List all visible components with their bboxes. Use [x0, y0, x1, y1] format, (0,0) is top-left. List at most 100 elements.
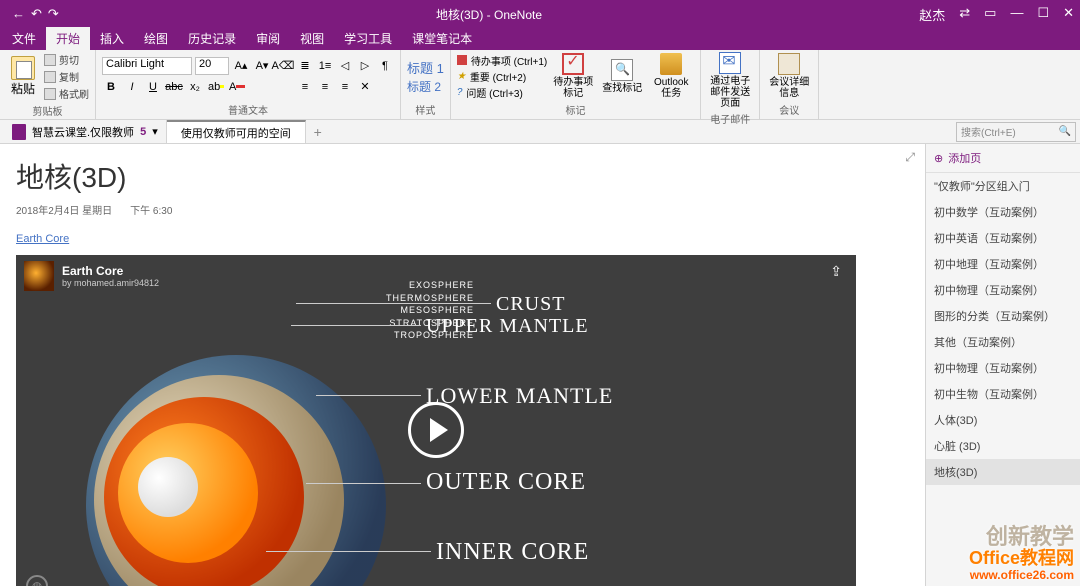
page-list-item[interactable]: 图形的分类（互动案例） [926, 303, 1080, 329]
search-placeholder: 搜索(Ctrl+E) [961, 124, 1016, 139]
numbering-button[interactable]: 1≡ [316, 57, 334, 75]
search-icon: 🔍 [1059, 126, 1071, 137]
subscript-button[interactable]: x₂ [186, 78, 204, 96]
shrink-font-button[interactable]: A▾ [253, 57, 271, 75]
leader-line [316, 395, 421, 396]
close-icon[interactable]: ✕ [1063, 5, 1074, 24]
page-list-item[interactable]: 初中物理（互动案例） [926, 277, 1080, 303]
tab-draw[interactable]: 绘图 [134, 27, 178, 50]
tag-question[interactable]: ?问题 (Ctrl+3) [457, 85, 547, 100]
page-list-item[interactable]: 心脏 (3D) [926, 433, 1080, 459]
tab-classnotebook[interactable]: 课堂笔记本 [402, 27, 482, 50]
tab-history[interactable]: 历史记录 [178, 27, 246, 50]
paste-button[interactable]: 粘贴 [6, 56, 40, 97]
outlook-icon [660, 53, 682, 75]
tab-learning[interactable]: 学习工具 [334, 27, 402, 50]
italic-button[interactable]: I [123, 78, 141, 96]
page-list-panel: ⊕添加页 "仅教师"分区组入门初中数学（互动案例）初中英语（互动案例）初中地理（… [925, 144, 1080, 586]
expand-icon[interactable]: ⤢ [905, 150, 915, 165]
page-list-item[interactable]: 地核(3D) [926, 459, 1080, 485]
align-center-button[interactable]: ≡ [316, 78, 334, 96]
calendar-icon [778, 53, 800, 75]
copy-button[interactable]: 复制 [44, 69, 89, 84]
search-input[interactable]: 搜索(Ctrl+E) 🔍 [956, 122, 1076, 142]
maximize-icon[interactable]: ☐ [1037, 5, 1049, 24]
font-color-button[interactable]: A [228, 78, 246, 96]
align-right-button[interactable]: ≡ [336, 78, 354, 96]
paste-icon [11, 56, 35, 80]
back-icon[interactable]: ← [12, 6, 25, 22]
font-name-select[interactable]: Calibri Light [102, 57, 192, 75]
format-painter-button[interactable]: 格式刷 [44, 86, 89, 101]
tab-view[interactable]: 视图 [290, 27, 334, 50]
quick-access-toolbar: ← ↶ ↷ [12, 6, 59, 22]
style-heading1[interactable]: 标题 1 [407, 58, 444, 77]
user-name[interactable]: 赵杰 [919, 5, 945, 24]
undo-icon[interactable]: ↶ [31, 6, 42, 22]
notebook-count: 5 [140, 126, 146, 138]
window-controls: 赵杰 ⇄ ▭ — ☐ ✕ [919, 5, 1074, 24]
email-page-button[interactable]: 通过电子邮件发送页面 [707, 52, 753, 109]
strike-button[interactable]: abc [165, 78, 183, 96]
page-list-item[interactable]: "仅教师"分区组入门 [926, 173, 1080, 199]
tab-review[interactable]: 审阅 [246, 27, 290, 50]
grow-font-button[interactable]: A▴ [232, 57, 250, 75]
find-tags-button[interactable]: 查找标记 [599, 53, 645, 100]
page-list-item[interactable]: 初中生物（互动案例） [926, 381, 1080, 407]
play-button[interactable] [408, 402, 464, 458]
page-canvas[interactable]: ⤢ 地核(3D) 2018年2月4日 星期日 下午 6:30 Earth Cor… [0, 144, 925, 586]
page-list-item[interactable]: 其他（互动案例） [926, 329, 1080, 355]
page-list-item[interactable]: 人体(3D) [926, 407, 1080, 433]
page-list-item[interactable]: 初中英语（互动案例） [926, 225, 1080, 251]
group-email: 通过电子邮件发送页面 电子邮件 [701, 50, 760, 119]
tab-home[interactable]: 开始 [46, 27, 90, 50]
group-label: 标记 [457, 100, 694, 117]
page-list-item[interactable]: 初中地理（互动案例） [926, 251, 1080, 277]
share-icon[interactable]: ⇪ [830, 263, 842, 280]
styles-gallery[interactable]: 标题 1 标题 2 [407, 58, 444, 95]
tab-file[interactable]: 文件 [2, 27, 46, 50]
meeting-details-button[interactable]: 会议详细信息 [766, 53, 812, 99]
clear-format-button[interactable]: A⌫ [274, 57, 292, 75]
underline-button[interactable]: U [144, 78, 162, 96]
highlight-button[interactable]: ab [207, 78, 225, 96]
add-page-button[interactable]: ⊕添加页 [926, 144, 1080, 173]
font-size-select[interactable]: 20 [195, 57, 229, 75]
page-title[interactable]: 地核(3D) [16, 156, 909, 196]
section-tab[interactable]: 使用仅教师可用的空间 [167, 120, 306, 143]
notebook-selector[interactable]: 智慧云课堂.仅限教师 5 ▾ [4, 120, 167, 143]
video-thumbnail-icon [24, 261, 54, 291]
mail-icon [719, 52, 741, 74]
inner-core-label: INNER CORE [436, 539, 589, 566]
provider-logo-icon[interactable]: ◍ [26, 575, 48, 586]
tags-gallery[interactable]: 待办事项 (Ctrl+1) ★重要 (Ctrl+2) ?问题 (Ctrl+3) [457, 53, 547, 100]
style-heading2[interactable]: 标题 2 [407, 78, 444, 95]
bullets-button[interactable]: ≣ [296, 57, 314, 75]
indent-button[interactable]: ▷ [356, 57, 374, 75]
inner-core-layer [138, 457, 198, 517]
minimize-icon[interactable]: — [1010, 5, 1023, 24]
bold-button[interactable]: B [102, 78, 120, 96]
tab-insert[interactable]: 插入 [90, 27, 134, 50]
tag-important[interactable]: ★重要 (Ctrl+2) [457, 69, 547, 84]
scissors-icon [44, 54, 56, 66]
add-section-button[interactable]: + [306, 120, 330, 143]
page-list-item[interactable]: 初中物理（互动案例） [926, 355, 1080, 381]
outdent-button[interactable]: ◁ [336, 57, 354, 75]
tag-todo[interactable]: 待办事项 (Ctrl+1) [457, 53, 547, 68]
cut-button[interactable]: 剪切 [44, 52, 89, 67]
page-date: 2018年2月4日 星期日 下午 6:30 [16, 202, 909, 217]
ribbon-options-icon[interactable]: ▭ [984, 5, 996, 24]
redo-icon[interactable]: ↷ [48, 6, 59, 22]
todo-tag-button[interactable]: 待办事项标记 [550, 53, 596, 100]
page-list-item[interactable]: 初中数学（互动案例） [926, 199, 1080, 225]
delete-button[interactable]: ✕ [356, 78, 374, 96]
video-embed[interactable]: Earth Core by mohamed.amir94812 ⇪ ◍ EXOS… [16, 255, 856, 586]
outlook-tasks-button[interactable]: Outlook 任务 [648, 53, 694, 100]
sync-icon[interactable]: ⇄ [959, 5, 970, 24]
alignment-button[interactable]: ¶ [376, 57, 394, 75]
brush-icon [44, 88, 56, 100]
align-left-button[interactable]: ≡ [296, 78, 314, 96]
flag-icon [457, 55, 467, 65]
earth-core-link[interactable]: Earth Core [16, 233, 69, 245]
